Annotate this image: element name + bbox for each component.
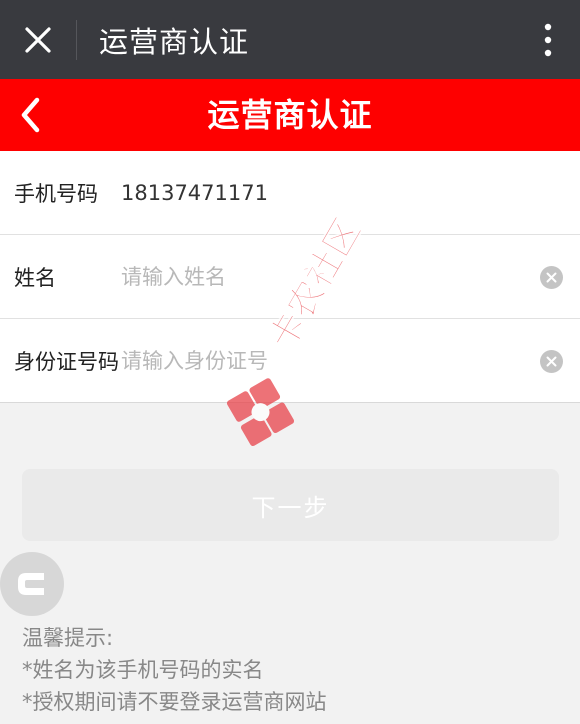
- floating-logo[interactable]: [0, 552, 64, 616]
- more-options-button[interactable]: [516, 0, 580, 79]
- clear-id-number-button[interactable]: [540, 350, 563, 373]
- window-title: 运营商认证: [99, 24, 250, 59]
- title-divider: [76, 19, 77, 60]
- clear-name-button[interactable]: [540, 266, 563, 289]
- id-number-input[interactable]: [121, 330, 501, 391]
- tips-title: 温馨提示:: [22, 626, 114, 650]
- close-icon: [25, 26, 51, 53]
- page-title: 运营商认证: [207, 96, 373, 134]
- name-row: 姓名: [0, 235, 580, 319]
- window-title-bar: 运营商认证: [0, 0, 580, 79]
- phone-value: 18137471171: [121, 180, 268, 205]
- more-vertical-icon: [544, 23, 552, 56]
- clear-icon: [546, 272, 557, 283]
- id-number-label: 身份证号码: [14, 349, 119, 374]
- tips-section: 温馨提示: *姓名为该手机号码的实名 *授权期间请不要登录运营商网站: [22, 622, 327, 718]
- close-button[interactable]: [0, 0, 76, 79]
- tips-line-2: *授权期间请不要登录运营商网站: [22, 690, 327, 714]
- c-logo-icon: [18, 573, 44, 595]
- name-label: 姓名: [14, 265, 56, 290]
- carrier-auth-form: 手机号码 18137471171 姓名 身份证号码: [0, 151, 580, 403]
- tips-line-1: *姓名为该手机号码的实名: [22, 658, 264, 682]
- name-input[interactable]: [121, 246, 501, 307]
- id-number-row: 身份证号码: [0, 319, 580, 403]
- next-step-button[interactable]: 下一步: [22, 469, 559, 541]
- phone-row: 手机号码 18137471171: [0, 151, 580, 235]
- phone-label: 手机号码: [14, 181, 98, 206]
- chevron-left-icon: [21, 97, 40, 133]
- back-button[interactable]: [0, 79, 60, 151]
- clear-icon: [546, 356, 557, 367]
- page-header: 运营商认证: [0, 79, 580, 151]
